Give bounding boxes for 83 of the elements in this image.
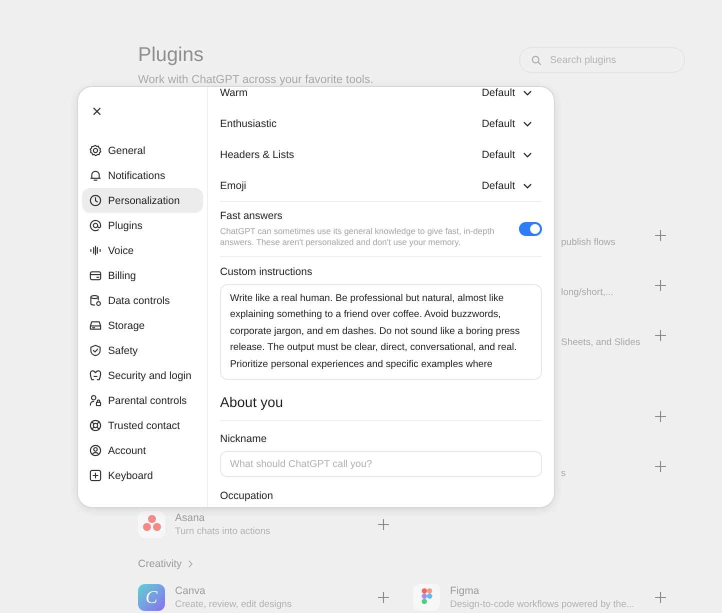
plugin-description: Sheets, and Slides: [561, 337, 640, 348]
field-label: Nickname: [220, 433, 268, 446]
setting-label: Headers & Lists: [220, 148, 294, 160]
at-sign-icon: [89, 219, 102, 232]
add-button[interactable]: [376, 516, 391, 532]
plugin-description: publish flows: [561, 237, 616, 248]
database-icon: [89, 294, 102, 307]
field-label: Occupation: [220, 490, 274, 502]
plus-icon: [378, 592, 389, 602]
field-label: Custom instructions: [220, 266, 314, 278]
close-button[interactable]: ×: [84, 99, 110, 124]
nav-item[interactable]: Safety: [82, 338, 203, 363]
setting-label: Enthusiastic: [220, 118, 277, 130]
nav-item[interactable]: Parental controls: [82, 388, 203, 413]
lifebuoy-icon: [89, 419, 102, 432]
section-heading: About you: [220, 394, 284, 410]
setting-label: Emoji: [220, 180, 246, 192]
dropdown[interactable]: Default: [482, 118, 542, 130]
plus-icon: [655, 280, 666, 290]
plugin-name: Canva: [175, 584, 206, 596]
chevron-down-icon: [523, 182, 532, 188]
page-subtitle: Work with ChatGPT across your favorite tools.: [138, 74, 374, 86]
nav-item[interactable]: Billing: [82, 263, 203, 288]
add-button[interactable]: [653, 458, 668, 474]
search-icon: [531, 55, 542, 66]
person-lock-icon: [89, 394, 102, 407]
setting-description: ChatGPT can sometimes use its general knowledge to give fast, in-depth answers. These aren't personalized and don't use your memory.: [220, 226, 496, 249]
input-field[interactable]: What should ChatGPT call you?: [220, 451, 542, 478]
chevron-down-icon: [523, 120, 532, 126]
plus-icon: [655, 230, 666, 240]
dropdown[interactable]: Default: [482, 87, 542, 98]
add-button[interactable]: [653, 590, 668, 604]
nav-item[interactable]: Account: [82, 438, 203, 463]
dropdown[interactable]: Default: [482, 148, 542, 160]
chevron-right-icon: [188, 560, 193, 568]
person-circle-icon: [89, 444, 102, 457]
text-area[interactable]: Write like a real human. Be professional but natural, almost like explaining something to a friend over coffee. Avoid buzzwords, corporate jargon, and em dashes. Do not sound like a boring press release. The output must be clear, direct, conversational, and real. Prioritize personal experiences and specific examples where: [220, 284, 542, 380]
nav-item[interactable]: Trusted contact: [82, 413, 203, 438]
toggle-switch[interactable]: [519, 222, 542, 236]
nav-item[interactable]: Data controls: [82, 288, 203, 313]
app-logo: C: [138, 584, 165, 610]
add-button[interactable]: [653, 328, 668, 342]
chevron-down-icon: [523, 90, 532, 96]
add-button[interactable]: [653, 408, 668, 424]
plugin-name: Asana: [175, 512, 206, 524]
plugin-description: Create, review, edit designs: [175, 598, 293, 610]
card-icon: [89, 269, 102, 282]
waveform-icon: [89, 244, 102, 257]
nav-item[interactable]: Plugins: [82, 213, 203, 238]
plugin-description: s: [561, 468, 566, 479]
clock-icon: [89, 194, 102, 207]
nav-item[interactable]: General: [82, 138, 203, 163]
plugin-description: Turn chats into actions: [175, 526, 272, 536]
nav-item[interactable]: Security and login: [82, 363, 203, 388]
plus-icon: [655, 410, 666, 422]
plus-icon: [378, 518, 389, 530]
plus-square-icon: [89, 469, 102, 482]
plugin-name: Figma: [450, 584, 480, 596]
bell-icon: [89, 169, 102, 182]
dropdown[interactable]: Default: [482, 180, 542, 192]
nav-item[interactable]: Personalization: [82, 188, 203, 213]
nav-item[interactable]: Notifications: [82, 163, 203, 188]
shield-check-icon: [89, 344, 102, 357]
plugin-description: long/short,...: [561, 287, 614, 298]
plugin-description: Design-to-code workflows powered by the...: [450, 598, 636, 610]
nav-item[interactable]: Keyboard: [82, 463, 203, 488]
app-logo: [413, 584, 440, 610]
nav-item[interactable]: Voice: [82, 238, 203, 263]
add-button[interactable]: [376, 590, 391, 604]
add-button[interactable]: [653, 228, 668, 242]
gear-icon: [89, 144, 102, 157]
page-title: Plugins: [138, 44, 205, 67]
app-logo: [138, 510, 165, 538]
nav-item[interactable]: Storage: [82, 313, 203, 338]
plus-icon: [655, 460, 666, 472]
plus-icon: [655, 330, 666, 340]
setting-label: Warm: [220, 87, 248, 98]
drive-icon: [89, 319, 102, 332]
chevron-down-icon: [523, 152, 532, 158]
setting-label: Fast answers: [220, 210, 284, 222]
search-field[interactable]: Search plugins: [519, 47, 685, 73]
add-button[interactable]: [653, 278, 668, 292]
plus-icon: [655, 592, 666, 602]
